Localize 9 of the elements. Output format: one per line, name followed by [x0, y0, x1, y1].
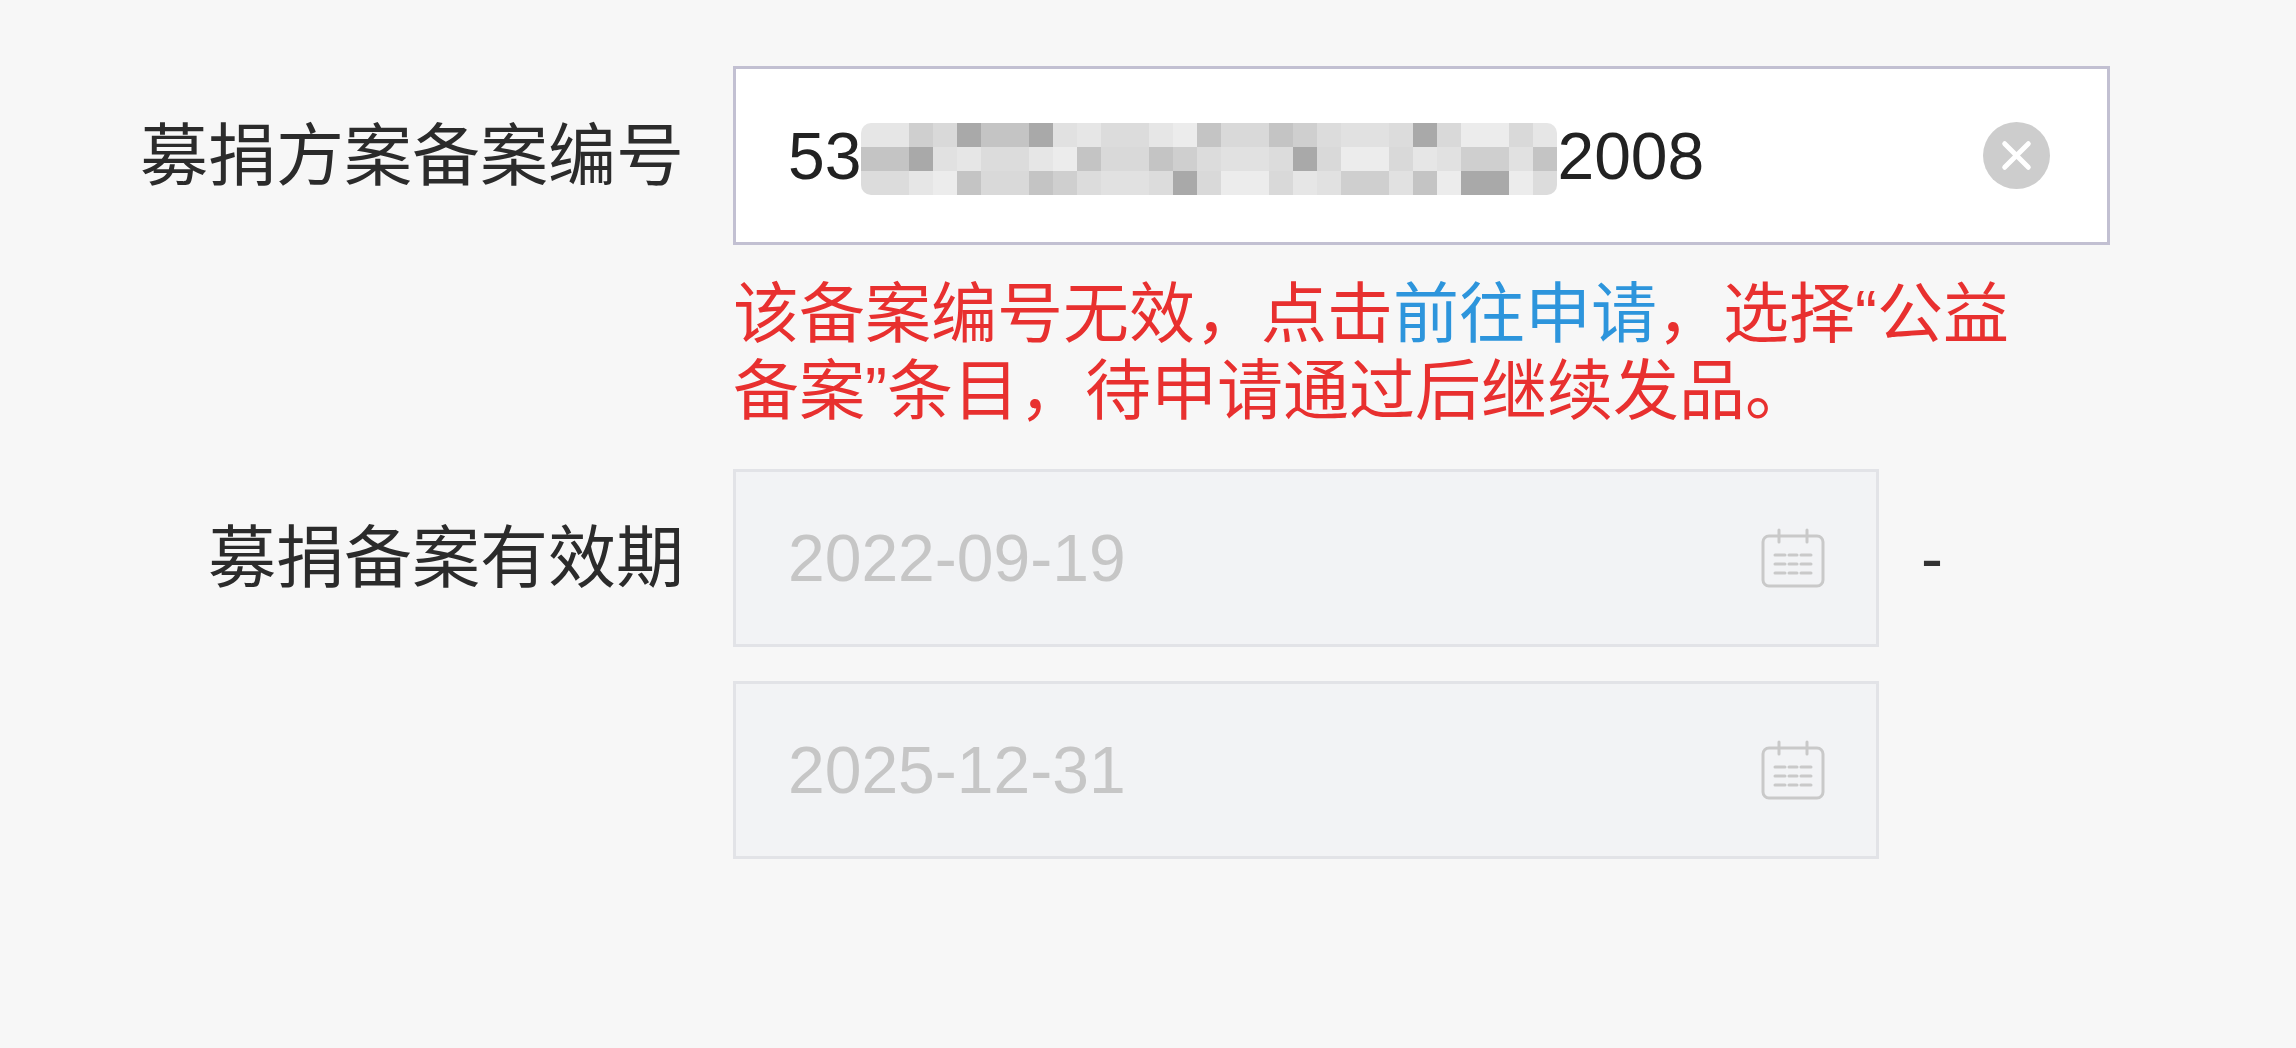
value-text: 53 — [788, 122, 862, 189]
error-message: 该备案编号无效，点击前往申请，选择“公益备案”条目，待申请通过后继续发品。 — [733, 276, 2010, 430]
value-text: 2008 — [1557, 122, 1705, 189]
apply-link[interactable]: 前往申请 — [1393, 277, 1657, 351]
range-separator: - — [1921, 525, 1943, 591]
field-label: 募捐方案备案编号 — [140, 121, 684, 190]
input-field[interactable]: 53 2008 — [733, 66, 2110, 245]
field-label: 募捐备案有效期 — [208, 524, 684, 592]
clear-icon[interactable] — [1983, 122, 2050, 189]
